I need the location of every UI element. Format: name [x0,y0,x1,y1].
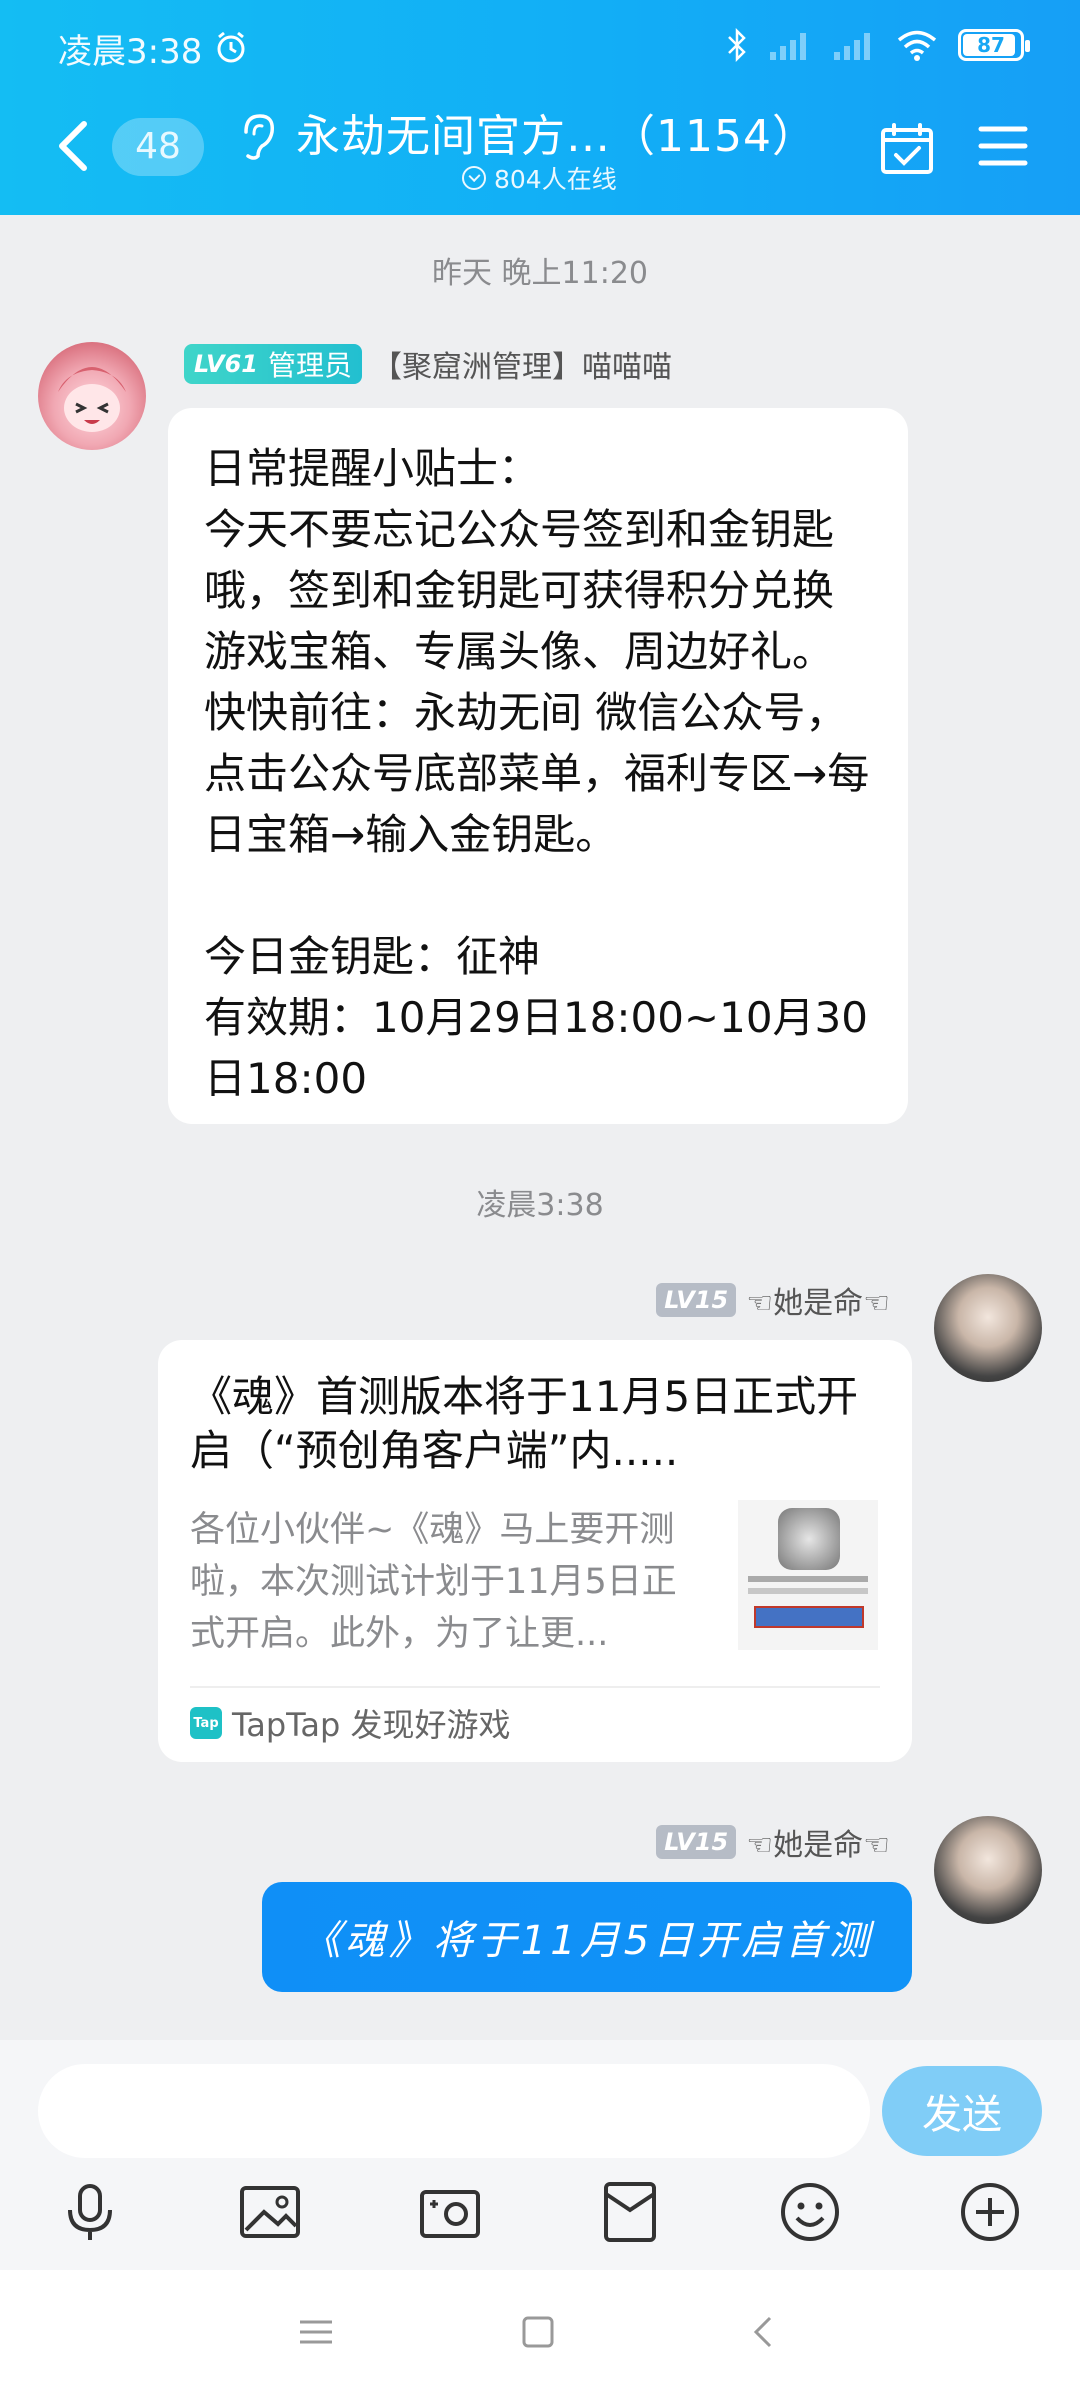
toolbar [0,2180,1080,2260]
camera-icon[interactable] [418,2180,482,2244]
level-badge: LV15 [656,1825,737,1859]
home-nav-icon[interactable] [518,2312,558,2352]
ear-icon[interactable] [238,112,278,162]
menu-nav-icon[interactable] [296,2312,336,2352]
sender-info: LV15 ☜她是命☜ [656,1820,890,1864]
level-badge: LV15 [656,1283,737,1317]
menu-icon[interactable] [978,124,1028,168]
alarm-icon [217,31,245,63]
divider [190,1686,880,1688]
message-input[interactable] [38,2064,870,2158]
wifi-icon [897,30,937,61]
message-bubble[interactable]: 《魂》将于11月5日开启首测 [262,1882,912,1992]
link-card[interactable]: 《魂》首测版本将于11月5日正式开启（“预创角客户端”内..... 各位小伙伴~… [158,1340,912,1762]
source-label: TapTap 发现好游戏 [232,1706,511,1744]
admin-level-badge: LV61 管理员 [184,344,362,384]
chat-header: 凌晨3:38 87 48 永劫无间官方…（1154） 804人在线 [0,0,1080,215]
battery-icon: 87 [958,29,1030,61]
avatar[interactable] [38,342,146,450]
timestamp: 凌晨3:38 [476,1188,604,1223]
image-icon[interactable] [238,2180,302,2244]
check-circle-icon [462,166,486,190]
sender-info: LV61 管理员 【聚窟洲管理】喵喵喵 [184,342,672,386]
sender-name[interactable]: ☜她是命☜ [746,1278,890,1322]
system-navbar [0,2270,1080,2400]
microphone-icon[interactable] [58,2180,122,2244]
status-bar: 凌晨3:38 87 [0,0,1080,100]
calendar-check-icon[interactable] [880,122,934,176]
sender-info: LV15 ☜她是命☜ [656,1278,890,1322]
card-source: Tap TapTap 发现好游戏 [190,1700,511,1746]
bluetooth-icon [728,28,746,62]
emoji-icon[interactable] [778,2180,842,2244]
card-thumbnail [738,1500,878,1650]
sender-name[interactable]: 【聚窟洲管理】喵喵喵 [372,342,672,386]
sender-name[interactable]: ☜她是命☜ [746,1820,890,1864]
avatar[interactable] [934,1816,1042,1924]
signal-icon-2 [834,33,870,60]
status-time: 凌晨3:38 [58,32,203,72]
card-title: 《魂》首测版本将于11月5日正式开启（“预创角客户端”内..... [190,1372,859,1475]
card-description: 各位小伙伴~《魂》马上要开测啦，本次测试计划于11月5日正式开启。此外，为了让更… [190,1510,677,1654]
back-icon[interactable] [54,118,94,174]
message-bubble[interactable]: 日常提醒小贴士： 今天不要忘记公众号签到和金钥匙哦，签到和金钥匙可获得积分兑换游… [168,408,908,1124]
red-packet-icon[interactable] [598,2180,662,2244]
online-label: 804人在线 [494,165,617,194]
avatar[interactable] [934,1274,1042,1382]
input-area: 发送 [0,2040,1080,2270]
taptap-logo-icon: Tap [190,1707,222,1739]
plus-icon[interactable] [958,2180,1022,2244]
timestamp: 昨天 晚上11:20 [432,256,648,291]
avatar-image [58,367,126,432]
online-count: 804人在线 [462,160,617,196]
unread-badge[interactable]: 48 [112,118,204,176]
back-nav-icon[interactable] [744,2312,784,2352]
chat-title[interactable]: 永劫无间官方…（1154） [296,100,817,164]
signal-icon [770,33,806,60]
send-button[interactable]: 发送 [882,2066,1042,2156]
